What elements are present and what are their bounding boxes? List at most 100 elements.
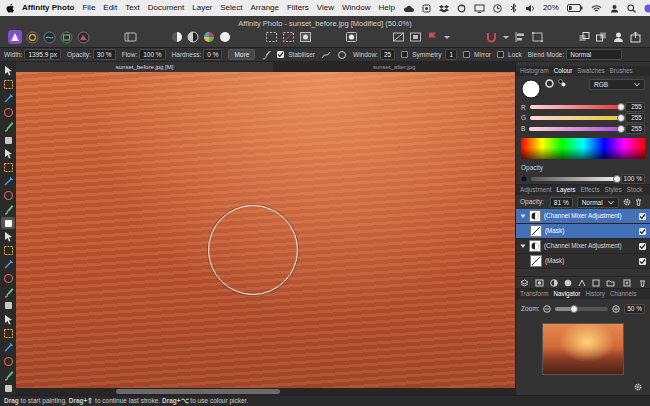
tonemap-persona-icon[interactable] <box>77 31 90 44</box>
panel-tab[interactable]: Navigator <box>553 289 580 299</box>
develop-persona-icon[interactable] <box>60 31 73 44</box>
clock-icon[interactable] <box>493 4 502 13</box>
field-value[interactable]: 1395.9 px <box>24 49 61 60</box>
field-value[interactable]: 25 <box>380 49 395 60</box>
panel-tab[interactable]: Brushes <box>610 66 633 76</box>
zoom-slider-knob[interactable] <box>570 305 578 313</box>
panel-tab[interactable]: Histogram <box>520 66 549 76</box>
align-icon[interactable] <box>514 31 527 43</box>
tool-button[interactable] <box>1 120 15 132</box>
layer-visibility-checkbox[interactable] <box>639 258 646 265</box>
opacity-slider-knob[interactable] <box>613 175 621 183</box>
opacity-slider[interactable] <box>531 177 617 181</box>
context-check[interactable]: Lock <box>497 51 522 59</box>
context-field[interactable]: Width:1395.9 px <box>4 49 61 60</box>
menu-item[interactable]: Arrange <box>251 3 279 13</box>
window-mode-icon[interactable] <box>337 50 347 60</box>
document-tab[interactable]: sunset_before.jpg [M] <box>16 62 273 72</box>
field-value[interactable]: Normal <box>566 49 622 60</box>
new-layer-icon[interactable] <box>623 279 631 287</box>
snap-icon[interactable] <box>485 31 498 43</box>
document-tab[interactable]: sunset_after.jpg <box>273 62 515 72</box>
channel-slider[interactable] <box>530 116 621 120</box>
gear-icon[interactable] <box>634 383 642 391</box>
mask-layer-icon[interactable] <box>535 279 544 287</box>
menu-item[interactable]: Document <box>148 3 184 13</box>
context-field[interactable]: Window:25 <box>353 49 395 60</box>
tool-button[interactable] <box>1 148 15 160</box>
arrange-back-icon[interactable] <box>578 31 591 43</box>
layer-row[interactable]: (Channel Mixer Adjustment) <box>516 239 650 254</box>
channel-slider[interactable] <box>530 105 621 109</box>
trash-icon[interactable] <box>635 198 642 206</box>
channel-value[interactable]: 255 <box>625 102 645 112</box>
scroll-thumb[interactable] <box>116 389 280 394</box>
panel-tab[interactable]: Transform <box>520 289 548 299</box>
horizontal-scrollbar[interactable] <box>16 388 515 395</box>
panel-tab[interactable]: Channels <box>610 289 637 299</box>
affinity-logo-icon[interactable] <box>8 30 22 44</box>
tool-button[interactable] <box>1 286 15 298</box>
menu-item[interactable]: View <box>317 3 334 13</box>
transform-icon[interactable] <box>531 31 544 43</box>
share-icon[interactable] <box>629 31 642 43</box>
flag-icon[interactable] <box>426 31 439 43</box>
app-menu[interactable]: Affinity Photo <box>22 3 74 13</box>
colour-spectrum[interactable] <box>521 138 645 160</box>
tool-button[interactable] <box>1 355 15 367</box>
tool-button[interactable] <box>1 162 15 174</box>
tool-button[interactable] <box>1 217 15 229</box>
delete-layer-icon[interactable] <box>639 279 646 287</box>
wifi-icon[interactable] <box>591 4 602 13</box>
tool-button[interactable] <box>1 328 15 340</box>
context-dropdown[interactable]: Blend Mode:Normal <box>528 49 623 60</box>
channel-slider[interactable] <box>529 127 621 131</box>
brush-options-icon[interactable] <box>261 50 271 60</box>
siri-icon[interactable] <box>644 4 650 13</box>
tool-button[interactable] <box>1 272 15 284</box>
layer-opacity-value[interactable]: 81 % <box>550 197 573 208</box>
checkbox[interactable] <box>463 51 470 58</box>
zoom-slider[interactable] <box>555 307 608 311</box>
auto-white-balance-icon[interactable] <box>219 31 231 43</box>
sync-icon[interactable] <box>457 4 466 13</box>
zoom-in-icon[interactable] <box>612 305 620 313</box>
context-field[interactable]: Flow:100 % <box>122 49 166 60</box>
tool-button[interactable] <box>1 259 15 271</box>
auto-contrast-icon[interactable] <box>187 31 199 43</box>
panel-tab[interactable]: Styles <box>605 185 622 195</box>
liquify-persona-icon[interactable] <box>43 31 56 44</box>
view-mode-icon[interactable] <box>124 31 137 43</box>
dropdown-icon[interactable] <box>443 31 451 43</box>
menu-item[interactable]: Text <box>125 3 140 13</box>
layer-row[interactable]: (Mask) <box>516 224 650 239</box>
invert-selection-icon[interactable] <box>299 31 312 43</box>
context-check[interactable]: Symmetry1 <box>401 49 457 60</box>
tool-button[interactable] <box>1 300 15 312</box>
menu-item[interactable]: Help <box>378 3 394 13</box>
tool-button[interactable] <box>1 93 15 105</box>
channel-slider-knob[interactable] <box>617 125 625 133</box>
menu-item[interactable]: Filters <box>287 3 309 13</box>
scroll-track[interactable] <box>116 389 415 394</box>
volume-icon[interactable] <box>525 4 535 13</box>
fx-icon[interactable] <box>578 279 586 287</box>
tool-button[interactable] <box>1 369 15 381</box>
checkbox[interactable] <box>401 51 408 58</box>
navigator-preview[interactable] <box>542 323 624 375</box>
context-button[interactable]: More <box>228 49 255 60</box>
stroke-colour-well[interactable] <box>545 79 554 88</box>
expand-arrow-icon[interactable] <box>520 243 526 249</box>
display-icon[interactable] <box>474 4 485 13</box>
gear-icon[interactable] <box>623 198 631 206</box>
context-check[interactable]: Mirror <box>463 51 491 59</box>
field-value[interactable]: 1 <box>445 49 457 60</box>
live-filter-icon[interactable] <box>564 279 572 287</box>
channel-value[interactable]: 255 <box>625 113 645 123</box>
layer-visibility-checkbox[interactable] <box>639 213 646 220</box>
user-icon[interactable] <box>610 4 619 13</box>
tool-button[interactable] <box>1 314 15 326</box>
context-field[interactable]: Opacity:30 % <box>67 49 116 60</box>
panel-tab[interactable]: Colour <box>554 66 573 76</box>
quick-mask-icon[interactable] <box>345 31 358 43</box>
